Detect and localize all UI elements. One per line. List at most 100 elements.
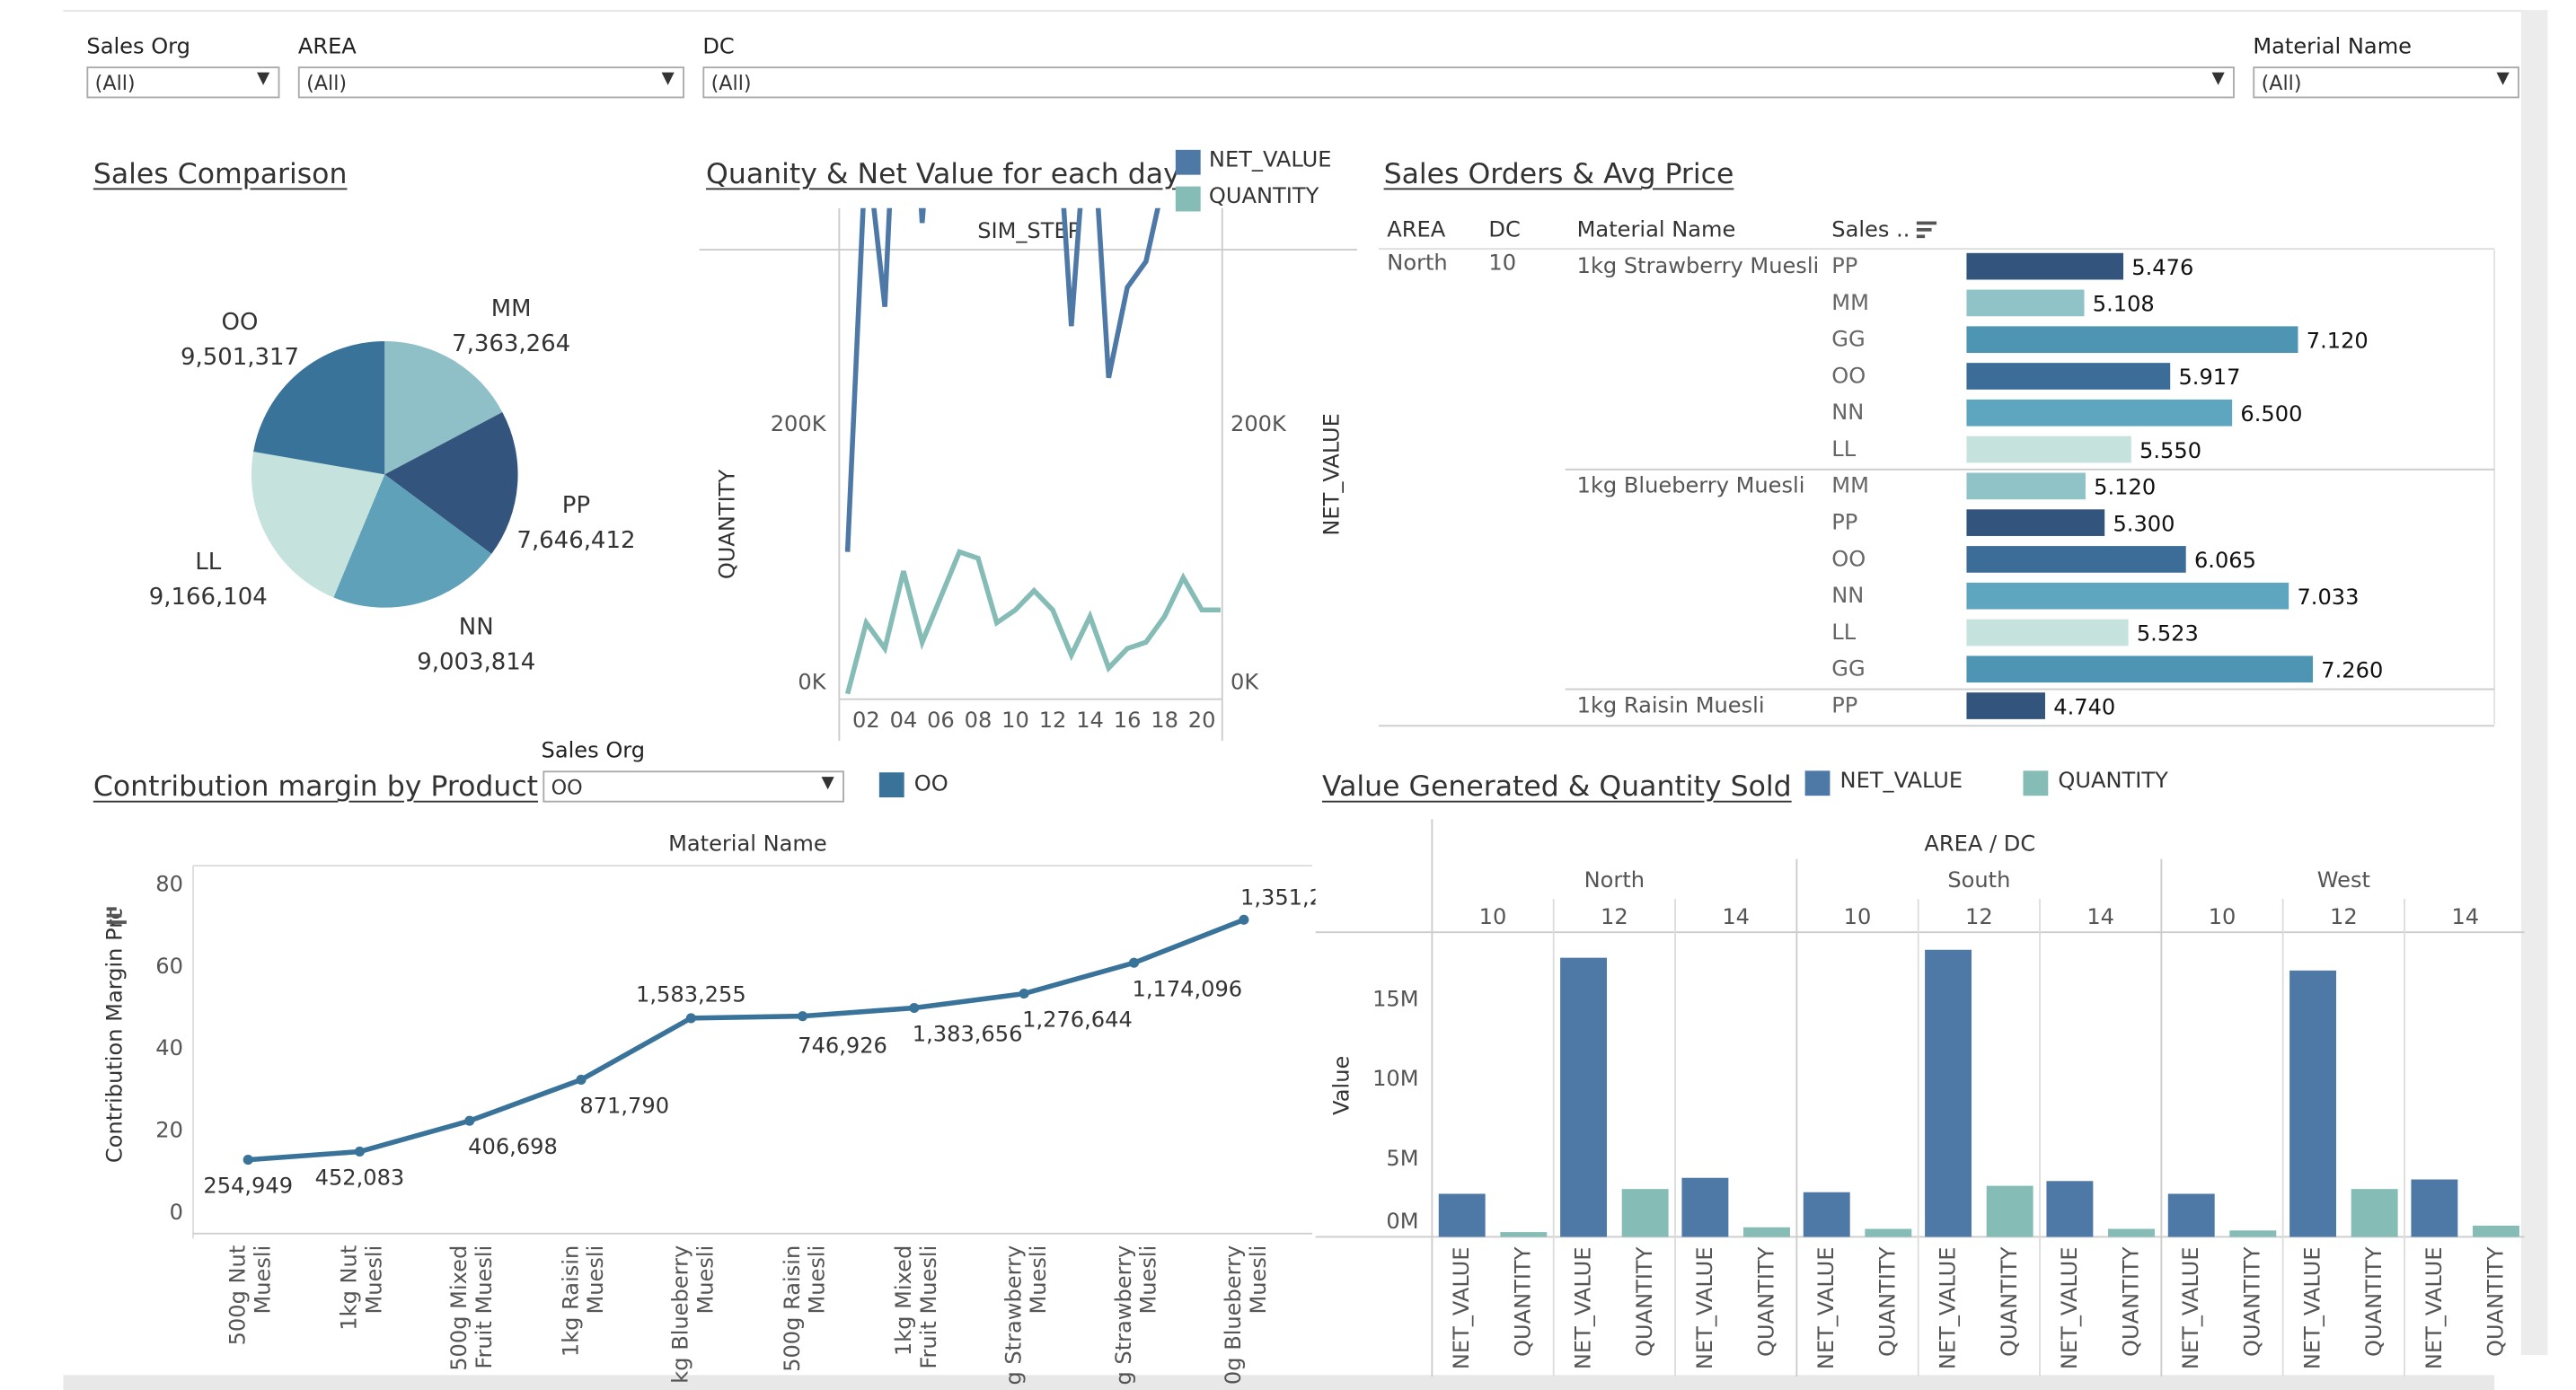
bar-net-value[interactable] bbox=[2289, 970, 2337, 1237]
chevron-down-icon: ▼ bbox=[2496, 69, 2510, 89]
data-point[interactable] bbox=[576, 1074, 587, 1086]
series-line-net-value bbox=[844, 207, 1160, 552]
dc-label: 14 bbox=[1722, 904, 1750, 929]
contribution-filter-value: OO bbox=[551, 775, 583, 799]
qty-net-ylabel-right: NET_VALUE bbox=[1319, 413, 1345, 536]
bar-quantity[interactable] bbox=[2108, 1228, 2155, 1237]
measure-label: NET_VALUE bbox=[1449, 1247, 1474, 1370]
pie-label-ll: LL 9,166,104 bbox=[149, 549, 268, 611]
avg-price-label: 7.260 bbox=[2321, 658, 2383, 683]
filter-dc-value: (All) bbox=[710, 71, 752, 95]
avg-price-bar[interactable] bbox=[1966, 692, 2045, 719]
bar-quantity[interactable] bbox=[1500, 1232, 1548, 1237]
bar-quantity[interactable] bbox=[1743, 1227, 1790, 1237]
avg-price-label: 4.740 bbox=[2053, 694, 2115, 719]
filter-sales-org-dropdown[interactable]: (All) ▼ bbox=[86, 66, 280, 99]
dc-label: 12 bbox=[1965, 904, 1993, 929]
avg-price-bar[interactable] bbox=[1966, 399, 2233, 427]
legend-label-quantity: QUANTITY bbox=[1208, 184, 1319, 210]
dc-label: 14 bbox=[2451, 904, 2479, 929]
pie-label-nn: NN 9,003,814 bbox=[417, 613, 535, 675]
avg-price-bar[interactable] bbox=[1966, 655, 2314, 683]
avg-price-bar[interactable] bbox=[1966, 509, 2105, 536]
x-tick-label: 1kg StrawberryMuesli bbox=[1001, 1245, 1051, 1386]
avg-price-bar[interactable] bbox=[1966, 435, 2131, 463]
bar-quantity[interactable] bbox=[1621, 1189, 1669, 1237]
bar-net-value[interactable] bbox=[2411, 1179, 2458, 1237]
filter-material-dropdown[interactable]: (All) ▼ bbox=[2253, 66, 2519, 99]
sales-org-label: OO bbox=[1831, 546, 1866, 571]
chevron-down-icon: ▼ bbox=[661, 69, 675, 89]
data-point[interactable] bbox=[798, 1011, 808, 1022]
avg-price-label: 5.476 bbox=[2131, 255, 2193, 280]
sales-org-label: PP bbox=[1831, 692, 1857, 717]
avg-price-bar[interactable] bbox=[1966, 363, 2171, 390]
x-tick-label: 02 bbox=[852, 708, 880, 733]
bar-net-value[interactable] bbox=[2167, 1193, 2215, 1237]
bar-net-value[interactable] bbox=[1803, 1192, 1850, 1237]
bar-quantity[interactable] bbox=[2473, 1226, 2519, 1237]
avg-price-label: 6.500 bbox=[2240, 401, 2302, 427]
avg-price-label: 5.120 bbox=[2094, 475, 2156, 500]
data-point[interactable] bbox=[1239, 914, 1249, 925]
avg-price-label: 5.917 bbox=[2178, 365, 2240, 390]
measure-label: QUANTITY bbox=[1997, 1246, 2022, 1357]
avg-price-label: 5.550 bbox=[2139, 438, 2201, 463]
bar-net-value[interactable] bbox=[1560, 957, 1608, 1237]
pie-label-pp: PP 7,646,412 bbox=[516, 492, 635, 554]
col-header-sales[interactable]: Sales .. bbox=[1831, 218, 1910, 243]
dc-label: 10 bbox=[1479, 904, 1507, 929]
y-tick-label: 0M bbox=[1386, 1209, 1418, 1234]
sales-org-label: GG bbox=[1831, 656, 1865, 682]
bar-net-value[interactable] bbox=[1438, 1193, 1486, 1237]
sales-org-label: MM bbox=[1831, 473, 1869, 498]
y-tick-label: 40 bbox=[155, 1035, 183, 1060]
bar-quantity[interactable] bbox=[2229, 1230, 2277, 1237]
data-label: 1,351,219 bbox=[1240, 885, 1316, 911]
data-point[interactable] bbox=[354, 1146, 366, 1157]
dc-label: 12 bbox=[2330, 904, 2358, 929]
avg-price-bar[interactable] bbox=[1966, 252, 2124, 280]
data-point[interactable] bbox=[909, 1002, 920, 1014]
filter-dc-dropdown[interactable]: (All) ▼ bbox=[702, 66, 2235, 99]
bar-quantity[interactable] bbox=[1986, 1185, 2033, 1237]
data-label: 254,949 bbox=[203, 1174, 293, 1199]
contribution-ylabel: Contribution Margin Prc bbox=[101, 908, 127, 1163]
data-point[interactable] bbox=[1128, 957, 1140, 968]
chevron-down-icon: ▼ bbox=[257, 69, 270, 89]
value-generated-chart: AREA / DC Value North 10 12 14 South 10 12 14 We… bbox=[1315, 819, 2525, 1377]
bar-net-value[interactable] bbox=[1681, 1177, 1729, 1237]
avg-price-bar[interactable] bbox=[1966, 582, 2289, 610]
data-point[interactable] bbox=[243, 1155, 253, 1166]
sort-icon[interactable] bbox=[1916, 221, 1940, 242]
x-tick-label: 08 bbox=[965, 708, 992, 733]
bar-net-value[interactable] bbox=[2046, 1181, 2094, 1237]
bar-quantity[interactable] bbox=[1865, 1228, 1912, 1237]
data-label: 406,698 bbox=[468, 1134, 558, 1159]
avg-price-bar[interactable] bbox=[1966, 546, 2186, 573]
dc-label: 14 bbox=[2086, 904, 2114, 929]
sales-org-label: MM bbox=[1831, 290, 1869, 315]
contribution-filter-dropdown[interactable]: OO ▼ bbox=[543, 770, 844, 803]
x-tick-label: 12 bbox=[1039, 708, 1067, 733]
data-point[interactable] bbox=[464, 1115, 475, 1126]
bar-net-value[interactable] bbox=[1925, 949, 1972, 1237]
pie-label-mm: MM 7,363,264 bbox=[452, 295, 570, 357]
pie-label-name: MM bbox=[491, 295, 532, 322]
avg-price-bar[interactable] bbox=[1966, 289, 2085, 317]
sales-org-label: NN bbox=[1831, 583, 1864, 608]
col-header-area: AREA bbox=[1387, 217, 1446, 243]
bar-quantity[interactable] bbox=[2351, 1189, 2398, 1237]
avg-price-bar[interactable] bbox=[1966, 472, 2086, 500]
avg-price-label: 5.300 bbox=[2113, 511, 2175, 536]
x-tick-label: 1kg RaisinMuesli bbox=[558, 1245, 608, 1357]
avg-price-bar[interactable] bbox=[1966, 619, 2129, 647]
x-tick-label: 500g MixedFruit Muesli bbox=[446, 1245, 497, 1371]
filter-area-dropdown[interactable]: (All) ▼ bbox=[297, 66, 684, 99]
data-point[interactable] bbox=[685, 1013, 696, 1024]
avg-price-bar[interactable] bbox=[1966, 326, 2298, 354]
measure-label: QUANTITY bbox=[1511, 1246, 1536, 1357]
sales-org-label: NN bbox=[1831, 400, 1864, 425]
x-tick-label: 500g BlueberryMuesli bbox=[1221, 1245, 1271, 1386]
data-point[interactable] bbox=[1019, 988, 1029, 999]
